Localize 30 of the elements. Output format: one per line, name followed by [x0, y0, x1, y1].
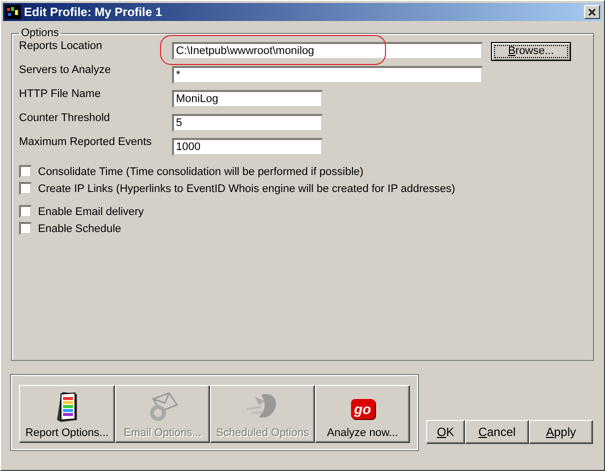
checkbox[interactable] — [19, 165, 32, 178]
document-icon — [55, 391, 79, 423]
text-field[interactable]: MoniLog — [172, 90, 323, 108]
field-label: Reports Location — [19, 40, 104, 52]
browse-button[interactable]: Browse... — [491, 42, 571, 60]
go-button[interactable]: go Analyze now... — [315, 385, 410, 443]
checkbox-label: Enable Email delivery — [38, 206, 144, 218]
report-button[interactable]: Report Options... — [19, 385, 115, 443]
checkbox[interactable] — [19, 182, 32, 195]
group-title: Options — [20, 27, 60, 39]
dialog-button[interactable]: Cancel — [465, 420, 529, 444]
field-label: Counter Threshold — [19, 112, 111, 124]
close-button[interactable]: × — [584, 5, 600, 19]
checkbox-label: Enable Schedule — [38, 222, 122, 234]
checkbox[interactable] — [19, 222, 32, 235]
dialog-button[interactable]: Apply — [529, 420, 593, 444]
window-title: Edit Profile: My Profile 1 — [24, 5, 164, 19]
checkbox[interactable] — [19, 205, 32, 218]
checkbox-label: Create IP Links (Hyperlinks to EventID Whois engine will be created for IP addresses) — [38, 182, 456, 194]
field-label: Servers to Analyze — [19, 64, 112, 76]
text-field[interactable]: 5 — [172, 114, 323, 132]
app-icon — [5, 5, 21, 19]
text-field[interactable]: * — [172, 66, 483, 84]
go-icon: go — [350, 399, 374, 419]
checkbox-label: Consolidate Time (Time consolidation will be performed if possible) — [38, 166, 364, 178]
text-field[interactable]: 1000 — [172, 138, 323, 156]
dialog-button[interactable]: OK — [426, 420, 465, 444]
text-field[interactable]: C:\Inetpub\wwwroot\monilog — [172, 42, 483, 60]
field-label: HTTP File Name — [19, 88, 102, 100]
field-label: Maximum Reported Events — [19, 136, 153, 148]
